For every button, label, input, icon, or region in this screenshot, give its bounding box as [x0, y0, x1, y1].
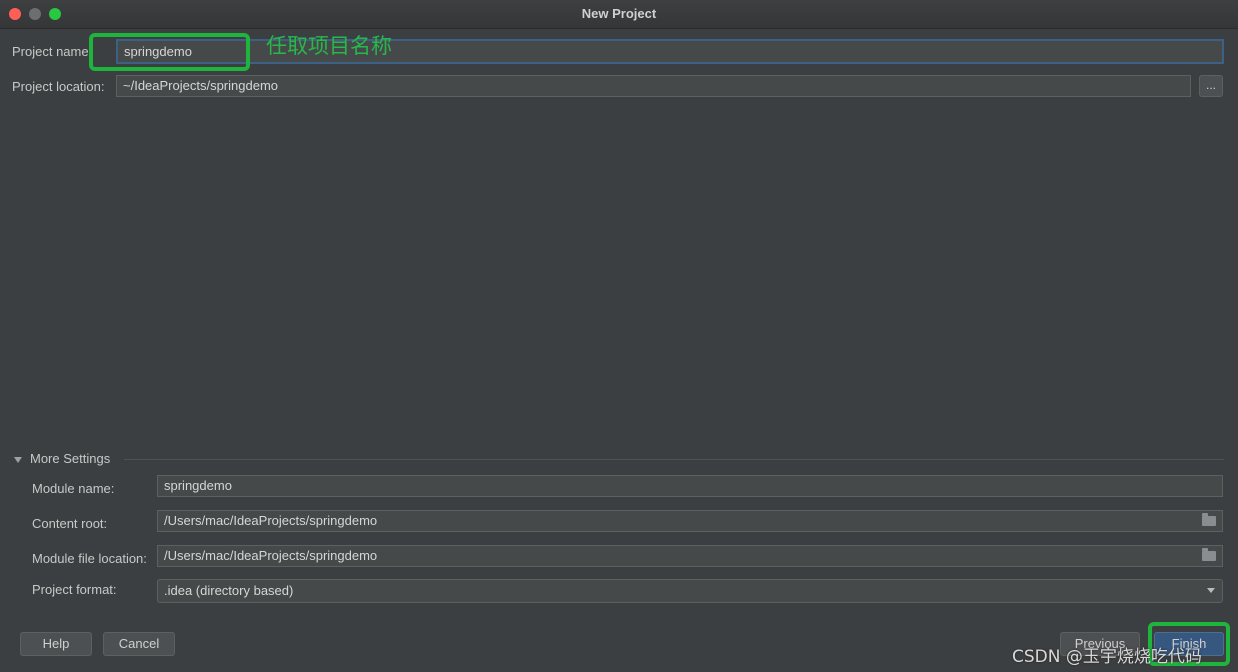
annotation-text: 任取项目名称 — [266, 34, 392, 58]
annotation-highlight-project-name — [89, 33, 250, 71]
module-name-label: Module name: — [32, 481, 115, 496]
module-file-location-value: /Users/mac/IdeaProjects/springdemo — [164, 548, 378, 563]
watermark: CSDN @玉宇烧烧吃代码 — [1012, 647, 1202, 667]
module-file-location-label: Module file location: — [32, 551, 147, 566]
content-root-input[interactable]: /Users/mac/IdeaProjects/springdemo — [157, 510, 1223, 532]
more-settings-label: More Settings — [30, 451, 111, 466]
help-button[interactable]: Help — [20, 632, 92, 656]
expand-triangle-icon — [14, 456, 22, 463]
title-bar: New Project — [0, 0, 1238, 29]
project-format-label: Project format: — [32, 582, 117, 597]
project-location-label: Project location: — [12, 79, 105, 94]
chevron-down-icon — [1207, 588, 1215, 593]
folder-icon[interactable] — [1202, 513, 1216, 526]
module-file-location-input[interactable]: /Users/mac/IdeaProjects/springdemo — [157, 545, 1223, 567]
more-settings-toggle[interactable]: More Settings — [14, 451, 110, 466]
project-name-label: Project name: — [12, 44, 93, 59]
folder-icon[interactable] — [1202, 548, 1216, 561]
cancel-button[interactable]: Cancel — [103, 632, 175, 656]
module-name-input[interactable]: springdemo — [157, 475, 1223, 497]
project-format-select[interactable]: .idea (directory based) — [157, 579, 1223, 603]
browse-location-button[interactable]: ... — [1199, 75, 1223, 97]
content-root-value: /Users/mac/IdeaProjects/springdemo — [164, 513, 378, 528]
section-divider — [124, 459, 1224, 460]
window-title: New Project — [581, 6, 657, 21]
project-format-value: .idea (directory based) — [164, 583, 294, 598]
content-root-label: Content root: — [32, 516, 108, 531]
project-location-input[interactable]: ~/IdeaProjects/springdemo — [116, 75, 1191, 97]
